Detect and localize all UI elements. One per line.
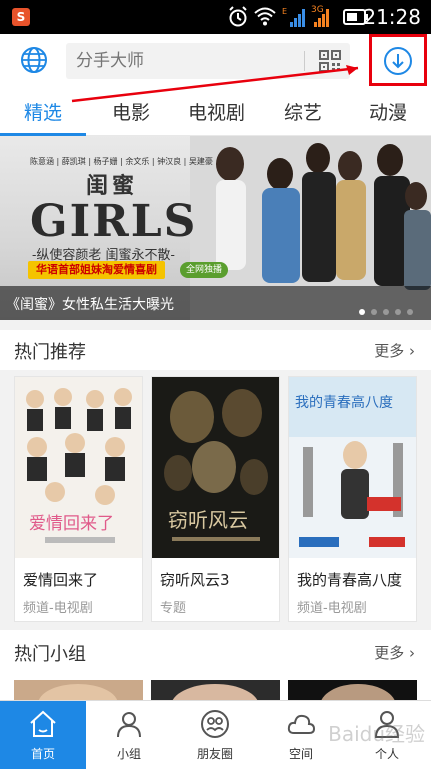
svg-text:E: E (282, 7, 287, 16)
nav-friends[interactable]: 朋友圈 (172, 701, 258, 769)
search-divider (304, 51, 305, 71)
cloud-icon (287, 714, 316, 734)
signal-icon-2 (314, 9, 329, 27)
tab-variety[interactable]: 综艺 (284, 98, 322, 125)
recommend-card[interactable]: 窃听风云 窃听风云3 专题 (151, 376, 280, 622)
card-title: 窃听风云3 (160, 571, 230, 589)
pager-dot (383, 309, 389, 315)
card-title: 我的青春高八度 (297, 571, 403, 589)
tab-tv-series[interactable]: 电视剧 (188, 98, 245, 125)
download-icon (384, 47, 412, 75)
featured-banner[interactable]: 陈意涵 | 薛凯琪 | 杨子姗 | 余文乐 | 钟汉良 | 吴建豪 闺蜜 GIR… (0, 136, 431, 320)
qr-code-scan-icon[interactable] (319, 50, 341, 72)
home-icon (30, 710, 56, 737)
nav-label: 个人 (374, 747, 399, 761)
category-tabs: 精选 电影 电视剧 综艺 动漫 (0, 88, 431, 136)
app-notification-icon: S (12, 8, 30, 26)
chevron-right-icon: › (409, 644, 415, 662)
poster-title: 窃听风云 (168, 508, 248, 532)
section-title-hot-recommend: 热门推荐 (14, 342, 86, 363)
recommend-card[interactable]: 我的青春高八度 我的青春高八度 频道-电视剧 (288, 376, 417, 622)
banner-caption: 《闺蜜》女性私生活大曝光 (6, 297, 174, 313)
nav-label: 空间 (288, 747, 313, 761)
search-header (0, 34, 431, 88)
friends-circle-icon (201, 710, 229, 738)
more-label: 更多 (374, 342, 405, 360)
alarm-icon (229, 6, 247, 27)
search-box[interactable] (66, 43, 350, 79)
nav-label: 小组 (116, 747, 141, 761)
wifi-icon (254, 7, 276, 26)
bottom-navigation: 首页 小组 朋友圈 空间 个人 (0, 700, 431, 769)
download-button[interactable] (369, 34, 427, 86)
poster-image: 爱情回来了 (15, 377, 142, 558)
tab-movies[interactable]: 电影 (112, 98, 150, 125)
section-gap (0, 320, 431, 330)
user-icon (374, 711, 400, 738)
tab-anime[interactable]: 动漫 (369, 98, 407, 125)
banner-title-en: GIRLS (30, 196, 198, 247)
card-subtitle: 频道-电视剧 (297, 601, 367, 616)
nav-profile[interactable]: 个人 (344, 701, 430, 769)
card-subtitle: 频道-电视剧 (23, 601, 93, 616)
poster-image: 我的青春高八度 (289, 377, 416, 558)
signal-icon-1: E (282, 7, 305, 27)
card-subtitle: 专题 (160, 601, 187, 616)
pager-dot (359, 309, 365, 315)
status-bar: S E 3G 21:28 (0, 0, 431, 34)
poster-title: 我的青春高八度 (295, 394, 393, 411)
poster-image: 窃听风云 (152, 377, 279, 558)
pager-dot (371, 309, 377, 315)
section-title-hot-groups: 热门小组 (14, 644, 86, 665)
poster-title: 爱情回来了 (29, 514, 114, 534)
recommend-card[interactable]: 爱情回来了 爱情回来了 频道-电视剧 (14, 376, 143, 622)
nav-label: 朋友圈 (196, 747, 233, 761)
more-label: 更多 (374, 644, 405, 662)
group-thumbnail[interactable] (14, 680, 143, 702)
pager-dot (407, 309, 413, 315)
chevron-right-icon: › (409, 342, 415, 360)
group-thumbnail[interactable] (288, 680, 417, 702)
banner-promo-badge: 全网独播 (180, 262, 229, 278)
hot-groups-more-link[interactable]: 更多 › (374, 642, 415, 663)
search-input[interactable] (76, 43, 296, 79)
nav-groups[interactable]: 小组 (86, 701, 172, 769)
nav-home[interactable]: 首页 (0, 701, 86, 769)
globe-icon[interactable] (20, 46, 48, 74)
banner-promo: 华语首部姐妹淘爱情喜剧 (28, 261, 165, 279)
nav-label: 首页 (30, 747, 55, 761)
banner-cast-list: 陈意涵 | 薛凯琪 | 杨子姗 | 余文乐 | 钟汉良 | 吴建豪 (30, 157, 213, 166)
hot-recommend-header: 热门推荐 更多 › (0, 330, 431, 370)
clock: 21:28 (363, 5, 421, 29)
group-thumbnail[interactable] (151, 680, 280, 702)
pager-dot (395, 309, 401, 315)
hot-recommend-more-link[interactable]: 更多 › (374, 340, 415, 361)
banner-pager-dots (353, 300, 413, 319)
nav-space[interactable]: 空间 (258, 701, 344, 769)
banner-caption-bar: 《闺蜜》女性私生活大曝光 (0, 286, 431, 320)
tab-featured[interactable]: 精选 (24, 98, 62, 125)
card-title: 爱情回来了 (23, 571, 99, 589)
person-icon (117, 712, 141, 738)
